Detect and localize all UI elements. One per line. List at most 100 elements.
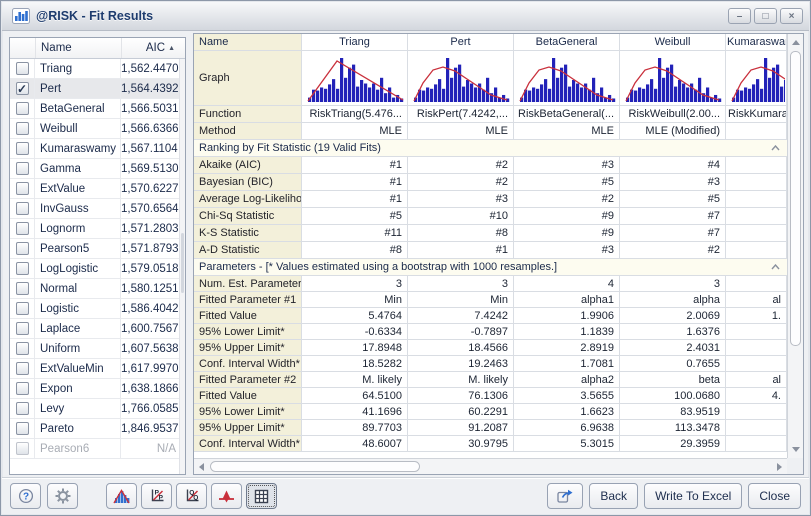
statistic-value	[726, 174, 787, 191]
horizontal-scrollbar[interactable]	[194, 458, 787, 474]
unchecked-checkbox-icon[interactable]	[16, 202, 29, 215]
distribution-column-header[interactable]: Kumaraswam	[726, 34, 787, 51]
fit-list-scrollbar-thumb[interactable]	[181, 233, 184, 293]
fit-list-row[interactable]: Pearson51,571.8793	[10, 239, 179, 259]
unchecked-checkbox-icon[interactable]	[16, 222, 29, 235]
fit-aic-value: 1,566.5031	[121, 103, 181, 115]
fit-list-row[interactable]: Pearson6N/A	[10, 439, 179, 459]
statistic-value: 83.9519	[620, 404, 726, 420]
fit-list-row[interactable]: Weibull1,566.6366	[10, 119, 179, 139]
fit-list-row[interactable]: InvGauss1,570.6564	[10, 199, 179, 219]
discrepancy-icon	[218, 489, 235, 504]
vertical-scrollbar-thumb[interactable]	[790, 51, 801, 346]
fit-list-row[interactable]: Logistic1,586.4042	[10, 299, 179, 319]
distribution-column-header[interactable]: BetaGeneral	[514, 34, 620, 51]
unchecked-checkbox-icon[interactable]	[16, 282, 29, 295]
unchecked-checkbox-icon[interactable]	[16, 182, 29, 195]
statistics-grid-button[interactable]	[246, 483, 277, 509]
statistic-row-label: K-S Statistic	[194, 225, 302, 242]
fit-aic-value: 1,571.2803	[121, 223, 181, 235]
maximize-button[interactable]: □	[754, 8, 777, 24]
graph-thumbnail-cell[interactable]	[726, 51, 787, 106]
unchecked-checkbox-icon[interactable]	[16, 102, 29, 115]
statistic-value: #5	[514, 174, 620, 191]
fit-list-row[interactable]: ✓Pert1,564.4392	[10, 79, 179, 99]
unchecked-checkbox-icon[interactable]	[16, 122, 29, 135]
fit-list-row[interactable]: LogLogistic1,579.0518	[10, 259, 179, 279]
distribution-column-header[interactable]: Weibull	[620, 34, 726, 51]
fit-name: Pearson6	[35, 439, 121, 458]
collapse-section-icon[interactable]	[770, 144, 781, 152]
fit-aic-value: 1,564.4392	[121, 83, 181, 95]
write-to-excel-button[interactable]: Write To Excel	[644, 483, 742, 509]
distribution-column-header[interactable]: Pert	[408, 34, 514, 51]
pp-plot-button[interactable]: P P	[141, 483, 172, 509]
minimize-button[interactable]: –	[728, 8, 751, 24]
fit-list-row[interactable]: Normal1,580.1251	[10, 279, 179, 299]
statistic-value: -0.6334	[302, 324, 408, 340]
unchecked-checkbox-icon[interactable]	[16, 142, 29, 155]
unchecked-checkbox-icon[interactable]	[16, 362, 29, 375]
scroll-up-icon[interactable]	[792, 40, 800, 45]
scroll-down-icon[interactable]	[792, 447, 800, 452]
graph-thumbnail-cell[interactable]	[620, 51, 726, 106]
discrepancy-plot-button[interactable]	[211, 483, 242, 509]
fit-list-row[interactable]: Uniform1,607.5638	[10, 339, 179, 359]
method-value: MLE (Modified)	[620, 123, 726, 140]
close-button[interactable]: Close	[748, 483, 801, 509]
back-button[interactable]: Back	[589, 483, 638, 509]
horizontal-scrollbar-thumb[interactable]	[210, 461, 420, 472]
statistic-value: Min	[302, 292, 408, 308]
graph-thumbnail-cell[interactable]	[514, 51, 620, 106]
unchecked-checkbox-icon[interactable]	[16, 242, 29, 255]
fit-list-row[interactable]: Gamma1,569.5130	[10, 159, 179, 179]
statistic-value	[726, 404, 787, 420]
unchecked-checkbox-icon[interactable]	[16, 62, 29, 75]
graph-thumbnail-cell[interactable]	[302, 51, 408, 106]
unchecked-checkbox-icon[interactable]	[16, 162, 29, 175]
settings-gear-button[interactable]	[47, 483, 78, 509]
statistic-value: #11	[302, 225, 408, 242]
scroll-right-icon[interactable]	[777, 463, 782, 471]
help-button[interactable]: ?	[10, 483, 41, 509]
fit-list-row[interactable]: Pareto1,846.9537	[10, 419, 179, 439]
statistic-value: #1	[302, 174, 408, 191]
fit-list-row[interactable]: ExtValue1,570.6227	[10, 179, 179, 199]
unchecked-checkbox-icon[interactable]	[16, 442, 29, 455]
fit-list-row[interactable]: Triang1,562.4470	[10, 59, 179, 79]
unchecked-checkbox-icon[interactable]	[16, 262, 29, 275]
fit-list-row[interactable]: Levy1,766.0585	[10, 399, 179, 419]
unchecked-checkbox-icon[interactable]	[16, 402, 29, 415]
fit-list-scrollbar[interactable]	[179, 59, 185, 474]
qq-plot-button[interactable]: Q Q	[176, 483, 207, 509]
unchecked-checkbox-icon[interactable]	[16, 382, 29, 395]
fit-name: Pareto	[35, 419, 121, 438]
fit-list-row[interactable]: BetaGeneral1,566.5031	[10, 99, 179, 119]
fit-list-row[interactable]: Kumaraswamy1,567.1104	[10, 139, 179, 159]
checked-checkbox-icon[interactable]: ✓	[16, 82, 29, 95]
distribution-column-header[interactable]: Triang	[302, 34, 408, 51]
unchecked-checkbox-icon[interactable]	[16, 322, 29, 335]
fit-checkbox-cell	[10, 359, 35, 378]
graph-thumbnail-cell[interactable]	[408, 51, 514, 106]
close-window-button[interactable]: ×	[780, 8, 803, 24]
scroll-left-icon[interactable]	[199, 463, 204, 471]
fit-list-row[interactable]: ExtValueMin1,617.9970	[10, 359, 179, 379]
unchecked-checkbox-icon[interactable]	[16, 342, 29, 355]
aic-column-header[interactable]: AIC ▲	[121, 38, 181, 58]
fit-comparison-graph-button[interactable]	[106, 483, 137, 509]
fit-list-row[interactable]: Laplace1,600.7567	[10, 319, 179, 339]
fit-list-row[interactable]: Expon1,638.1866	[10, 379, 179, 399]
fit-name: Kumaraswamy	[35, 139, 121, 158]
export-button[interactable]	[547, 483, 583, 509]
statistic-row-label: Akaike (AIC)	[194, 157, 302, 174]
fit-list-row[interactable]: Lognorm1,571.2803	[10, 219, 179, 239]
collapse-section-icon[interactable]	[770, 263, 781, 271]
vertical-scrollbar[interactable]	[787, 34, 803, 458]
unchecked-checkbox-icon[interactable]	[16, 302, 29, 315]
name-column-header[interactable]: Name	[35, 38, 121, 58]
unchecked-checkbox-icon[interactable]	[16, 422, 29, 435]
fit-aic-value: 1,766.0585	[121, 403, 181, 415]
fit-name: ExtValue	[35, 179, 121, 198]
fit-aic-value: 1,617.9970	[121, 363, 181, 375]
